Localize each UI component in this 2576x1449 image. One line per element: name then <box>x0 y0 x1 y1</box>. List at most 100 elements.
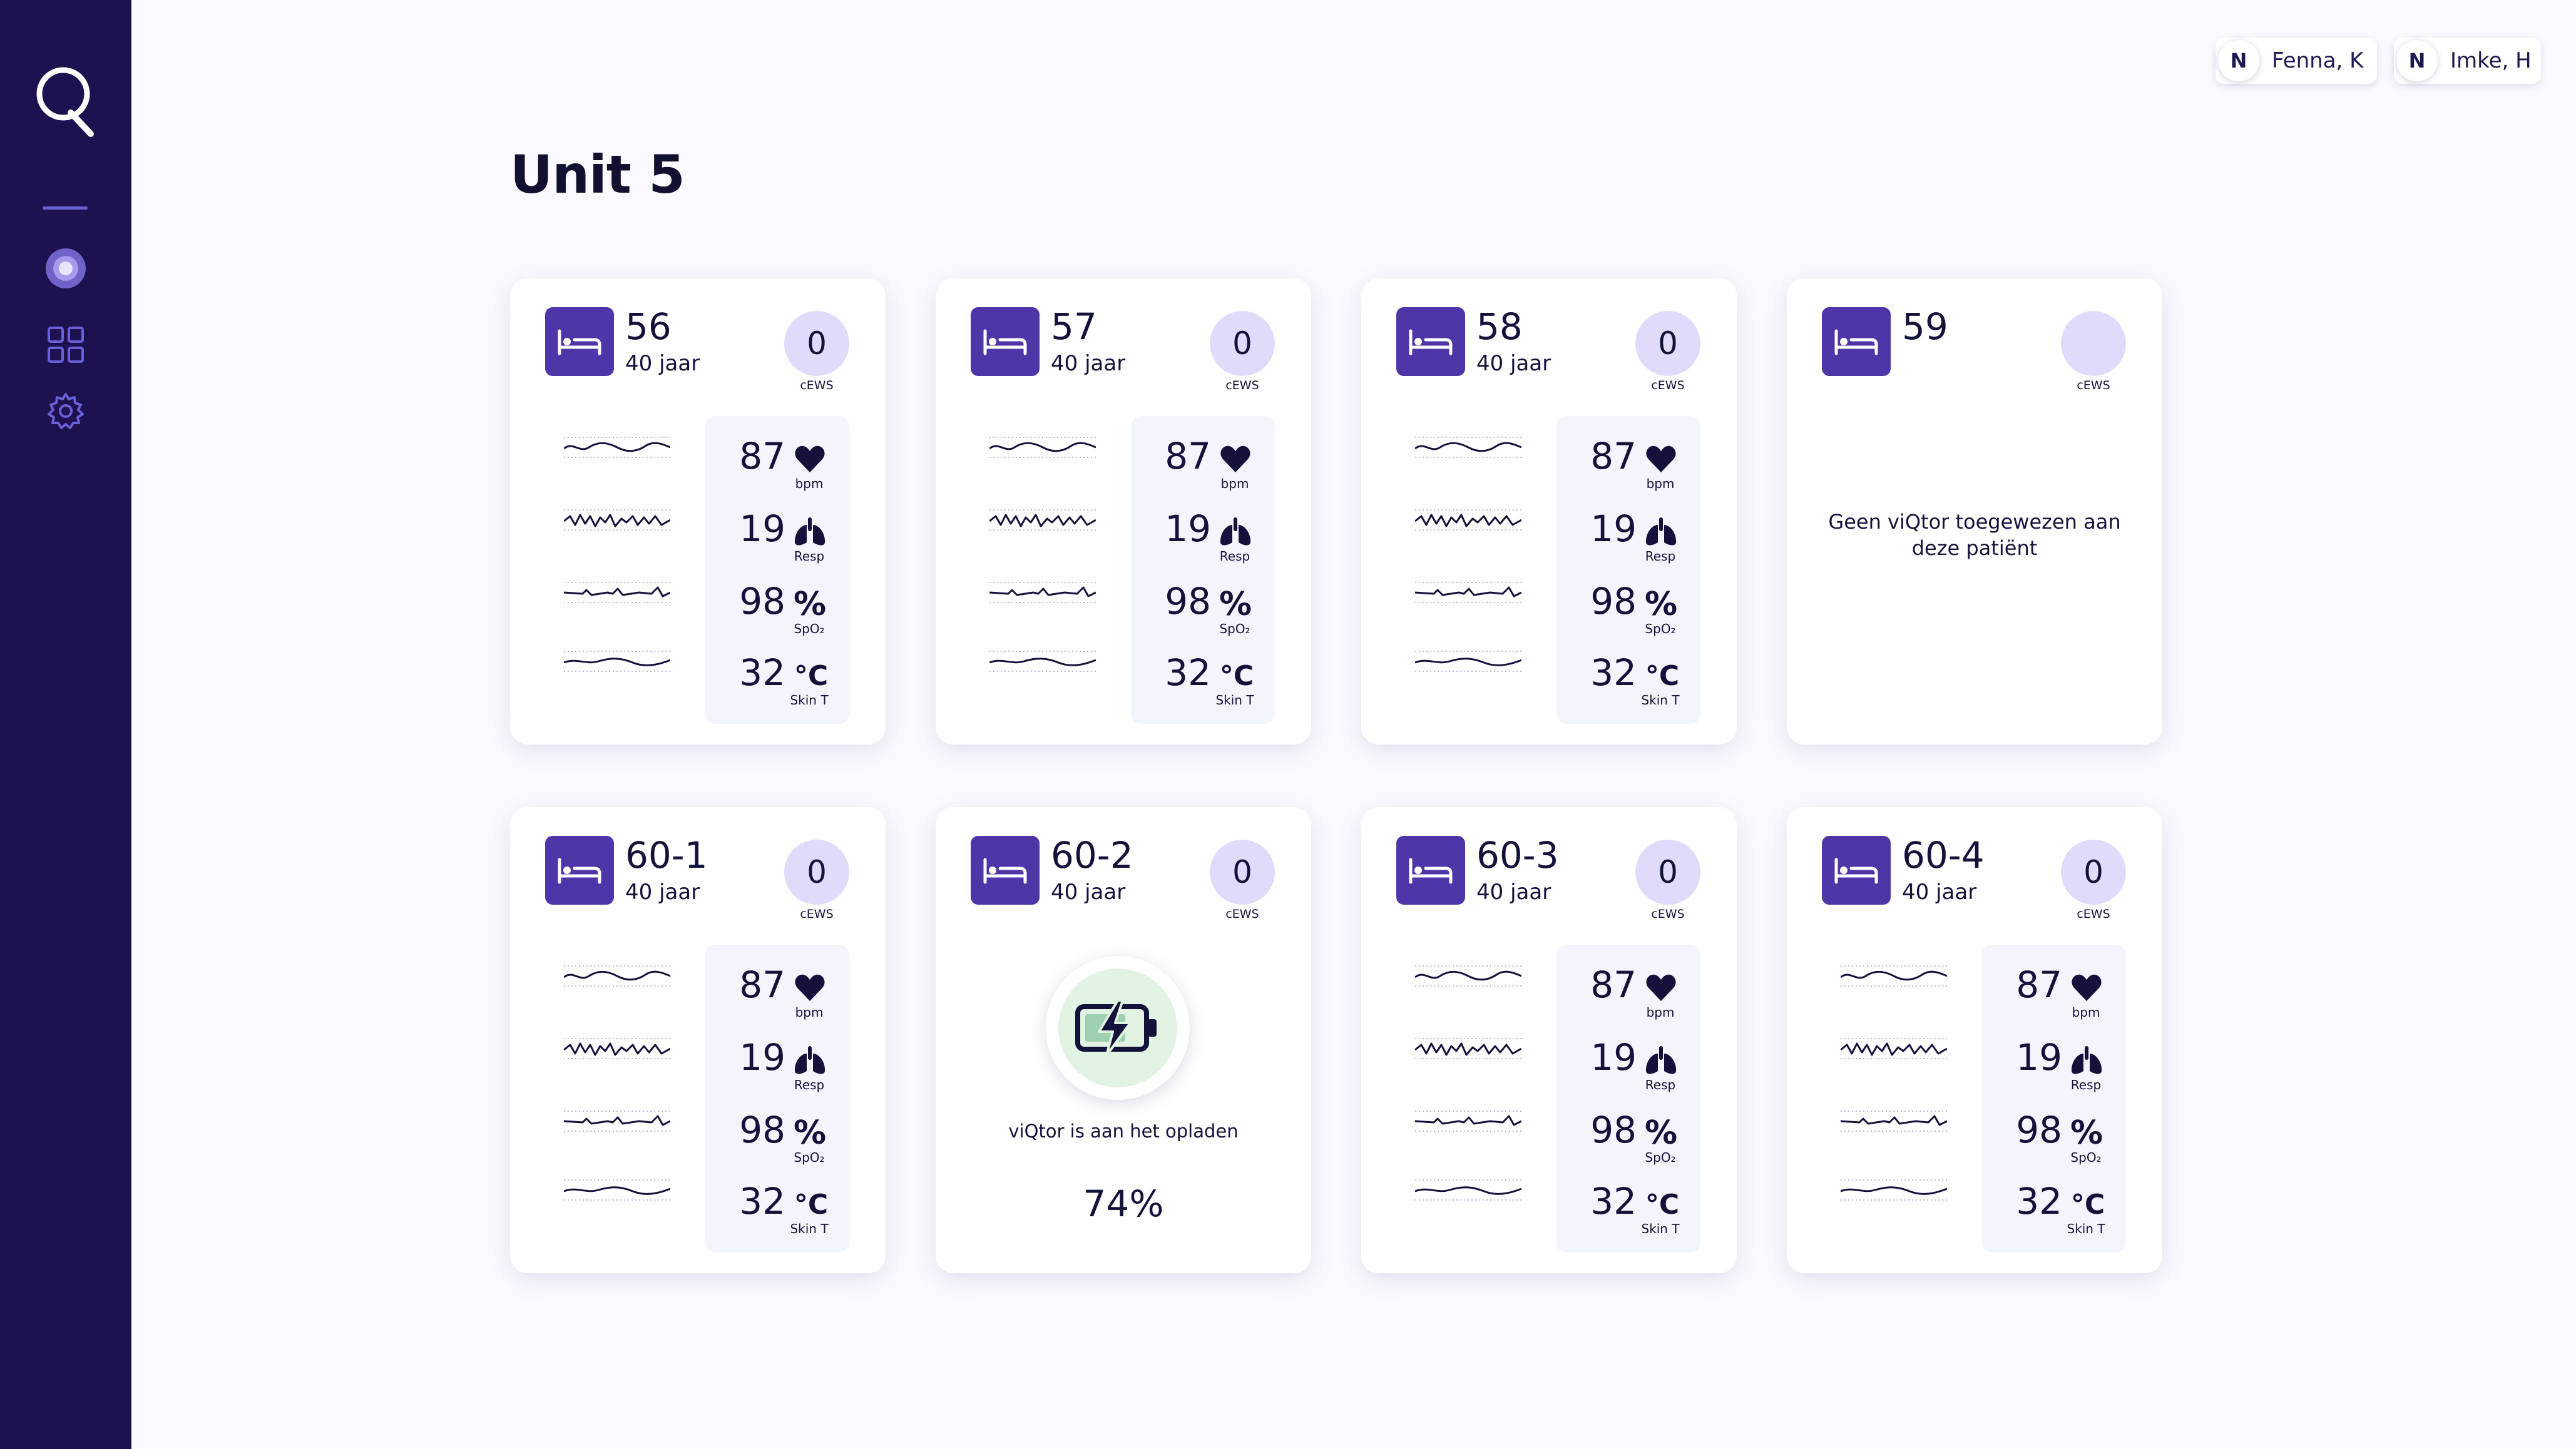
patient-card-60-2[interactable]: 60-2 40 jaar 0 cEWS viQtor is aan het op… <box>936 807 1311 1273</box>
cews-score: 0 <box>1635 840 1700 905</box>
bed-icon <box>971 307 1040 376</box>
celsius-icon: °C <box>1645 659 1680 692</box>
cews-score: 0 <box>784 840 849 905</box>
lungs-icon <box>794 517 825 546</box>
battery-percentage: 74% <box>1083 1182 1164 1225</box>
bed-icon <box>545 307 614 376</box>
room-number: 60-3 <box>1476 834 1559 877</box>
heart-icon <box>1220 445 1250 472</box>
skin-temperature-value: 32 <box>1590 1180 1637 1223</box>
heart-rate-unit: bpm <box>1220 476 1249 491</box>
user-chip-fenna[interactable]: N Fenna, K <box>2216 38 2377 84</box>
patient-age: 40 jaar <box>1051 880 1126 905</box>
respiration-value: 19 <box>1165 507 1211 550</box>
percent-icon: % <box>1644 586 1678 623</box>
skin-temperature: 32 °C Skin T <box>1556 1169 1700 1238</box>
vitals-panel: 87 bpm 19 Resp 98 % SpO₂ 32 °C Skin T <box>1556 945 1700 1253</box>
percent-icon: % <box>793 1114 827 1152</box>
respiration: 19 Resp <box>1556 1025 1700 1094</box>
lungs-icon <box>1645 1046 1677 1074</box>
vital-waveforms <box>564 965 670 1201</box>
vital-waveforms <box>1841 965 1947 1201</box>
patient-card-59[interactable]: 59 cEWS Geen viQtor toegewezen aan deze … <box>1787 278 2162 745</box>
room-number: 60-4 <box>1902 834 1985 877</box>
respiration: 19 Resp <box>705 1025 849 1094</box>
skin-temperature: 32 °C Skin T <box>705 1169 849 1238</box>
skin-temperature: 32 °C Skin T <box>1131 640 1275 709</box>
spo2-unit: SpO₂ <box>1645 621 1676 636</box>
lungs-icon <box>794 1046 825 1074</box>
celsius-icon: °C <box>2070 1188 2105 1221</box>
skin-temperature-value: 32 <box>739 651 785 694</box>
patient-card-57[interactable]: 57 40 jaar 0 cEWS 87 bpm 19 Resp 98 % Sp… <box>936 278 1311 745</box>
respiration-unit: Resp <box>794 1077 825 1092</box>
heart-rate: 87 bpm <box>705 952 849 1021</box>
respiration: 19 Resp <box>705 496 849 565</box>
bed-icon <box>1822 307 1891 376</box>
room-number: 59 <box>1902 305 1948 348</box>
vital-waveforms <box>564 437 670 672</box>
patient-age: 40 jaar <box>1476 880 1551 905</box>
vitals-panel: 87 bpm 19 Resp 98 % SpO₂ 32 °C Skin T <box>1556 416 1700 724</box>
respiration: 19 Resp <box>1982 1025 2126 1094</box>
patient-card-60-1[interactable]: 60-1 40 jaar 0 cEWS 87 bpm 19 Resp 98 % … <box>510 807 886 1273</box>
charging-message: viQtor is aan het opladen <box>1008 1121 1239 1142</box>
viqtor-logo-icon[interactable] <box>34 61 97 141</box>
user-avatar-icon[interactable] <box>45 248 86 289</box>
vital-waveforms <box>1415 965 1521 1201</box>
cews-label: cEWS <box>2077 907 2110 921</box>
settings-gear-icon[interactable] <box>45 390 86 432</box>
cews-score: 0 <box>1635 311 1700 376</box>
respiration-value: 19 <box>739 507 785 550</box>
user-name: Fenna, K <box>2272 48 2364 73</box>
percent-icon: % <box>2070 1114 2103 1152</box>
heart-icon <box>1646 974 1676 1001</box>
vitals-panel: 87 bpm 19 Resp 98 % SpO₂ 32 °C Skin T <box>1131 416 1275 724</box>
skin-temperature-unit: Skin T <box>1641 1221 1680 1236</box>
patient-card-60-3[interactable]: 60-3 40 jaar 0 cEWS 87 bpm 19 Resp 98 % … <box>1361 807 1737 1273</box>
heart-rate: 87 bpm <box>1982 952 2126 1021</box>
spo2-value: 98 <box>1590 580 1637 623</box>
spo2: 98 % SpO₂ <box>705 1097 849 1166</box>
heart-rate-unit: bpm <box>795 476 824 491</box>
bed-icon <box>1822 836 1891 905</box>
skin-temperature-value: 32 <box>739 1180 785 1223</box>
patient-age: 40 jaar <box>1902 880 1977 905</box>
skin-temperature-unit: Skin T <box>2067 1221 2105 1236</box>
skin-temperature-unit: Skin T <box>790 1221 829 1236</box>
cews-label: cEWS <box>2077 379 2110 392</box>
cews-label: cEWS <box>1651 379 1685 392</box>
sidebar-divider <box>43 206 88 210</box>
respiration-unit: Resp <box>794 549 825 564</box>
respiration-unit: Resp <box>1645 549 1676 564</box>
patient-age: 40 jaar <box>1051 351 1126 376</box>
heart-rate-value: 87 <box>1590 435 1637 477</box>
patient-card-60-4[interactable]: 60-4 40 jaar 0 cEWS 87 bpm 19 Resp 98 % … <box>1787 807 2162 1273</box>
no-device-message: Geen viQtor toegewezen aan deze patiënt <box>1828 510 2121 560</box>
skin-temperature-value: 32 <box>1165 651 1211 694</box>
user-chip-imke[interactable]: N Imke, H <box>2394 38 2541 84</box>
skin-temperature: 32 °C Skin T <box>705 640 849 709</box>
dashboard-grid-icon[interactable] <box>45 324 86 365</box>
cews-label: cEWS <box>1225 907 1259 921</box>
heart-rate-unit: bpm <box>1646 476 1675 491</box>
heart-rate: 87 bpm <box>705 424 849 492</box>
lungs-icon <box>1645 517 1677 546</box>
celsius-icon: °C <box>794 1188 829 1221</box>
battery-status <box>1046 956 1190 1100</box>
patient-card-58[interactable]: 58 40 jaar 0 cEWS 87 bpm 19 Resp 98 % Sp… <box>1361 278 1737 745</box>
patient-card-56[interactable]: 56 40 jaar 0 cEWS 87 bpm 19 Resp 98 % Sp… <box>510 278 886 745</box>
cews-label: cEWS <box>1225 379 1259 392</box>
patient-age: 40 jaar <box>625 880 700 905</box>
cews-label: cEWS <box>1651 907 1685 921</box>
skin-temperature: 32 °C Skin T <box>1556 640 1700 709</box>
room-number: 58 <box>1476 305 1523 348</box>
lungs-icon <box>2071 1046 2102 1074</box>
respiration: 19 Resp <box>1131 496 1275 565</box>
skin-temperature-unit: Skin T <box>1641 693 1680 708</box>
vitals-panel: 87 bpm 19 Resp 98 % SpO₂ 32 °C Skin T <box>705 945 849 1253</box>
user-initial-badge: N <box>2218 40 2259 81</box>
spo2-unit: SpO₂ <box>794 1150 825 1165</box>
spo2-unit: SpO₂ <box>794 621 825 636</box>
celsius-icon: °C <box>794 659 829 692</box>
